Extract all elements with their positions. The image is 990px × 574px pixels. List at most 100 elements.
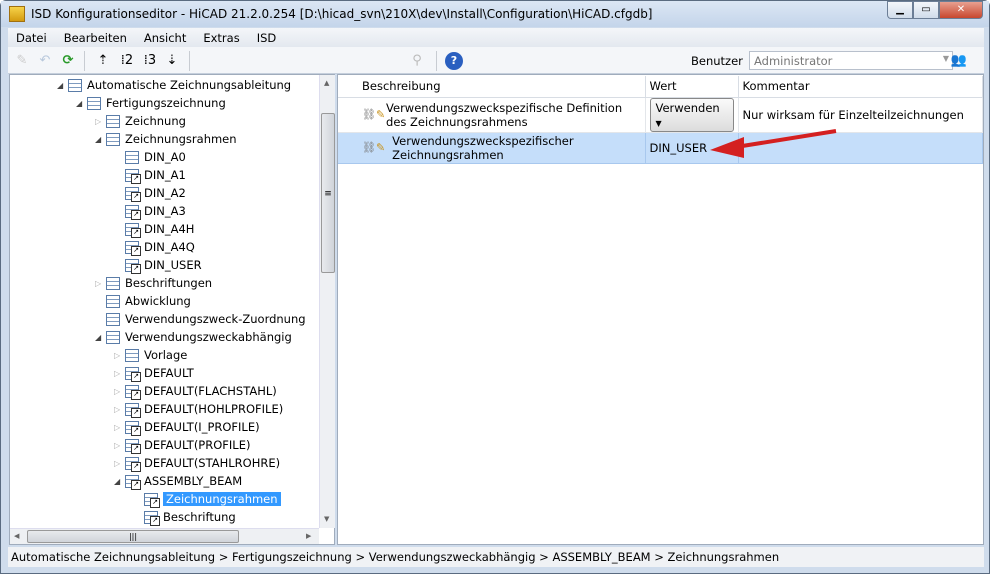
collapse-levels-icon[interactable]: ⇡ xyxy=(94,52,112,70)
expand-arrow-icon[interactable]: ▷ xyxy=(114,351,124,360)
tree-node[interactable]: DIN_A4H xyxy=(114,220,194,238)
linked-table-icon xyxy=(125,240,141,256)
table-icon xyxy=(106,330,120,344)
level-2-icon[interactable]: ⁞2 xyxy=(118,52,136,70)
table-row[interactable]: ⛓✎ Verwendungszweckspezifischer Zeichnung… xyxy=(338,132,983,164)
linked-table-icon xyxy=(125,438,141,454)
linked-table-icon xyxy=(125,258,141,274)
tree-node[interactable]: DIN_USER xyxy=(114,256,202,274)
red-arrow-annotation xyxy=(710,129,837,158)
linked-table-icon xyxy=(125,474,141,490)
menu-bar: Datei Bearbeiten Ansicht Extras ISD xyxy=(8,28,984,47)
row-description: Verwendungszweckspezifischer Zeichnungsr… xyxy=(392,133,574,162)
menu-extras[interactable]: Extras xyxy=(195,28,248,47)
tree-node[interactable]: DIN_A4Q xyxy=(114,238,195,256)
user-label: Benutzer xyxy=(691,54,743,68)
table-icon xyxy=(87,96,101,110)
level-3-icon[interactable]: ⁞3 xyxy=(141,52,159,70)
tree-vertical-scrollbar[interactable]: ▲ ≡ ▼ xyxy=(319,75,335,528)
expand-arrow-icon[interactable]: ▷ xyxy=(95,117,105,126)
table-row[interactable]: ⛓✎ Verwendungszweckspezifische Definition… xyxy=(338,97,983,133)
tree-node[interactable]: DIN_A3 xyxy=(114,202,186,220)
linked-table-icon xyxy=(125,456,141,472)
undo-icon[interactable]: ↶ xyxy=(36,52,54,70)
tree-node[interactable]: Zeichnungsrahmen xyxy=(133,490,281,508)
tree-node-label: DEFAULT(STAHLROHRE) xyxy=(144,456,281,470)
minimize-button[interactable]: ▁ xyxy=(887,1,913,19)
tree-node-label: DIN_A3 xyxy=(144,204,186,218)
menu-datei[interactable]: Datei xyxy=(8,28,56,47)
expand-arrow-icon[interactable]: ▷ xyxy=(114,387,124,396)
tree-node[interactable]: ▷ Beschriftungen xyxy=(95,274,212,292)
tree-node[interactable]: Verwendungszweck-Zuordnung xyxy=(95,310,306,328)
expand-levels-icon[interactable]: ⇣ xyxy=(163,52,181,70)
tree-node-label: Automatische Zeichnungsableitung xyxy=(87,78,292,92)
tree-node[interactable]: Abwicklung xyxy=(95,292,191,310)
linked-table-icon xyxy=(144,492,160,508)
tree-node[interactable]: ◢ Fertigungszeichnung xyxy=(76,94,226,112)
refresh-icon[interactable]: ⟳ xyxy=(59,52,77,70)
tree-node-label: DEFAULT(HOHLPROFILE) xyxy=(144,402,284,416)
tree-node[interactable]: ▷ DEFAULT(PROFILE) xyxy=(114,436,250,454)
expand-arrow-icon[interactable]: ▷ xyxy=(114,423,124,432)
collapse-arrow-icon[interactable]: ◢ xyxy=(76,99,86,108)
tree-node[interactable]: ▷ Vorlage xyxy=(114,346,187,364)
tree-node[interactable]: ◢ Verwendungszweckabhängig xyxy=(95,328,292,346)
maximize-button[interactable]: ▭ xyxy=(913,1,939,19)
tree-node-label: Zeichnung xyxy=(125,114,186,128)
tree-node-label: Beschriftungen xyxy=(125,276,213,290)
expand-arrow-icon[interactable]: ▷ xyxy=(114,441,124,450)
expand-arrow-icon[interactable]: ▷ xyxy=(95,279,105,288)
tree-node[interactable]: DIN_A0 xyxy=(114,148,186,166)
collapse-arrow-icon[interactable]: ◢ xyxy=(95,135,105,144)
dropdown-value: Verwenden xyxy=(655,100,720,115)
table-icon xyxy=(106,312,120,326)
tree-node[interactable]: ◢ Zeichnungsrahmen xyxy=(95,130,237,148)
tree-node[interactable]: ◢ Automatische Zeichnungsableitung xyxy=(57,76,291,94)
tree-node-label: DEFAULT(I_PROFILE) xyxy=(144,420,260,434)
tree-node-label: ASSEMBLY_BEAM xyxy=(144,474,243,488)
collapse-arrow-icon[interactable]: ◢ xyxy=(114,477,124,486)
tree-node-label: Verwendungszweckabhängig xyxy=(125,330,292,344)
scroll-thumb[interactable]: ≡ xyxy=(321,113,335,273)
tree-node-label: Zeichnungsrahmen xyxy=(163,492,281,506)
tree-node[interactable]: Beschriftung xyxy=(133,508,236,526)
edit-pencil-icon[interactable]: ✎ xyxy=(13,52,31,70)
linked-table-icon xyxy=(125,186,141,202)
row-description: Verwendungszweckspezifische Definition d… xyxy=(386,100,623,129)
expand-arrow-icon[interactable]: ▷ xyxy=(114,369,124,378)
tree-horizontal-scrollbar[interactable]: ◀ ||| ▶ xyxy=(10,528,319,544)
scroll-thumb[interactable]: ||| xyxy=(27,530,239,543)
binoculars-search-icon[interactable]: ⚲ xyxy=(408,52,426,70)
settings-grid: Beschreibung Wert Kommentar ⛓✎ Verwendung… xyxy=(337,74,984,545)
table-icon xyxy=(106,276,120,290)
tree-node[interactable]: ▷ DEFAULT(HOHLPROFILE) xyxy=(114,400,283,418)
collapse-arrow-icon[interactable]: ◢ xyxy=(57,81,67,90)
tree-node-label: DEFAULT xyxy=(144,366,194,380)
tree-node[interactable]: ▷ Zeichnung xyxy=(95,112,186,130)
tree-node[interactable]: DIN_A2 xyxy=(114,184,186,202)
users-icon[interactable]: 👥 xyxy=(950,52,968,70)
tree-node[interactable]: ▷ DEFAULT xyxy=(114,364,194,382)
tree-node[interactable]: ▷ DEFAULT(I_PROFILE) xyxy=(114,418,260,436)
expand-arrow-icon[interactable]: ▷ xyxy=(114,405,124,414)
user-value: Administrator xyxy=(754,54,833,68)
link-pencil-icon: ⛓✎ xyxy=(362,108,386,121)
expand-arrow-icon[interactable]: ▷ xyxy=(114,459,124,468)
user-select[interactable]: Administrator ▼ xyxy=(749,51,953,70)
collapse-arrow-icon[interactable]: ◢ xyxy=(95,333,105,342)
linked-table-icon xyxy=(125,366,141,382)
column-header-beschreibung[interactable]: Beschreibung xyxy=(338,76,646,98)
tree-node[interactable]: ▷ DEFAULT(STAHLROHRE) xyxy=(114,454,280,472)
menu-ansicht[interactable]: Ansicht xyxy=(136,28,195,47)
tree-node[interactable]: DIN_A1 xyxy=(114,166,186,184)
column-header-wert[interactable]: Wert xyxy=(645,76,739,98)
menu-isd[interactable]: ISD xyxy=(249,28,286,47)
linked-table-icon xyxy=(125,420,141,436)
tree-node[interactable]: ▷ DEFAULT(FLACHSTAHL) xyxy=(114,382,277,400)
help-icon[interactable]: ? xyxy=(445,52,463,70)
column-header-kommentar[interactable]: Kommentar xyxy=(738,76,983,98)
tree-node[interactable]: ◢ ASSEMBLY_BEAM xyxy=(114,472,242,490)
menu-bearbeiten[interactable]: Bearbeiten xyxy=(56,28,136,47)
close-button[interactable]: ✕ xyxy=(939,1,983,19)
